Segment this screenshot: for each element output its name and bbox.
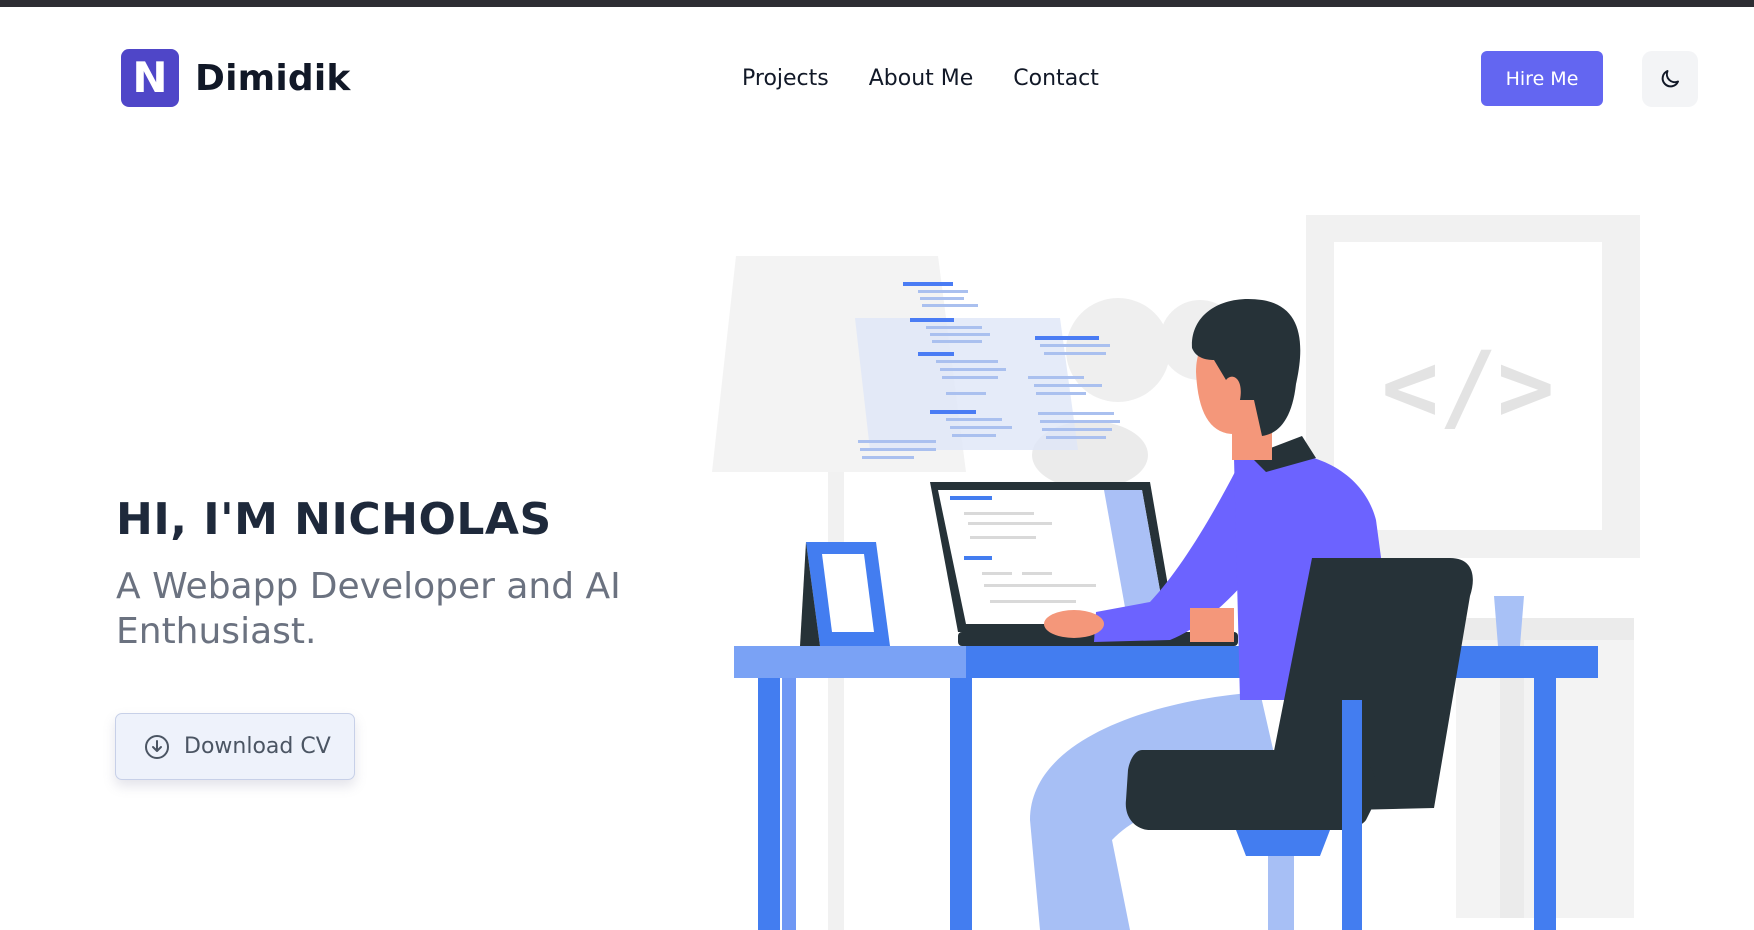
site-logo[interactable]: N Dimidik bbox=[121, 49, 351, 107]
logo-letter: N bbox=[132, 53, 168, 102]
nav-link-about[interactable]: About Me bbox=[869, 66, 974, 91]
code-sign-text: </> bbox=[1381, 331, 1554, 443]
hero-title: HI, I'M NICHOLAS bbox=[116, 494, 552, 545]
hero-subtitle: A Webapp Developer and AI Enthusiast. bbox=[116, 566, 621, 652]
theme-toggle-button[interactable] bbox=[1642, 51, 1698, 107]
developer-illustration: </> bbox=[712, 215, 1640, 930]
hire-me-button[interactable]: Hire Me bbox=[1481, 51, 1603, 106]
window-top-bar bbox=[0, 0, 1754, 7]
logo-badge: N bbox=[121, 49, 179, 107]
download-circle-icon bbox=[145, 734, 169, 759]
brand-name: Dimidik bbox=[195, 57, 351, 99]
main-nav: Projects About Me Contact bbox=[742, 66, 1139, 91]
moon-icon bbox=[1661, 70, 1679, 88]
download-cv-button[interactable]: Download CV bbox=[115, 713, 355, 780]
nav-link-projects[interactable]: Projects bbox=[742, 66, 829, 91]
nav-link-contact[interactable]: Contact bbox=[1013, 66, 1099, 91]
download-cv-label: Download CV bbox=[184, 734, 331, 759]
